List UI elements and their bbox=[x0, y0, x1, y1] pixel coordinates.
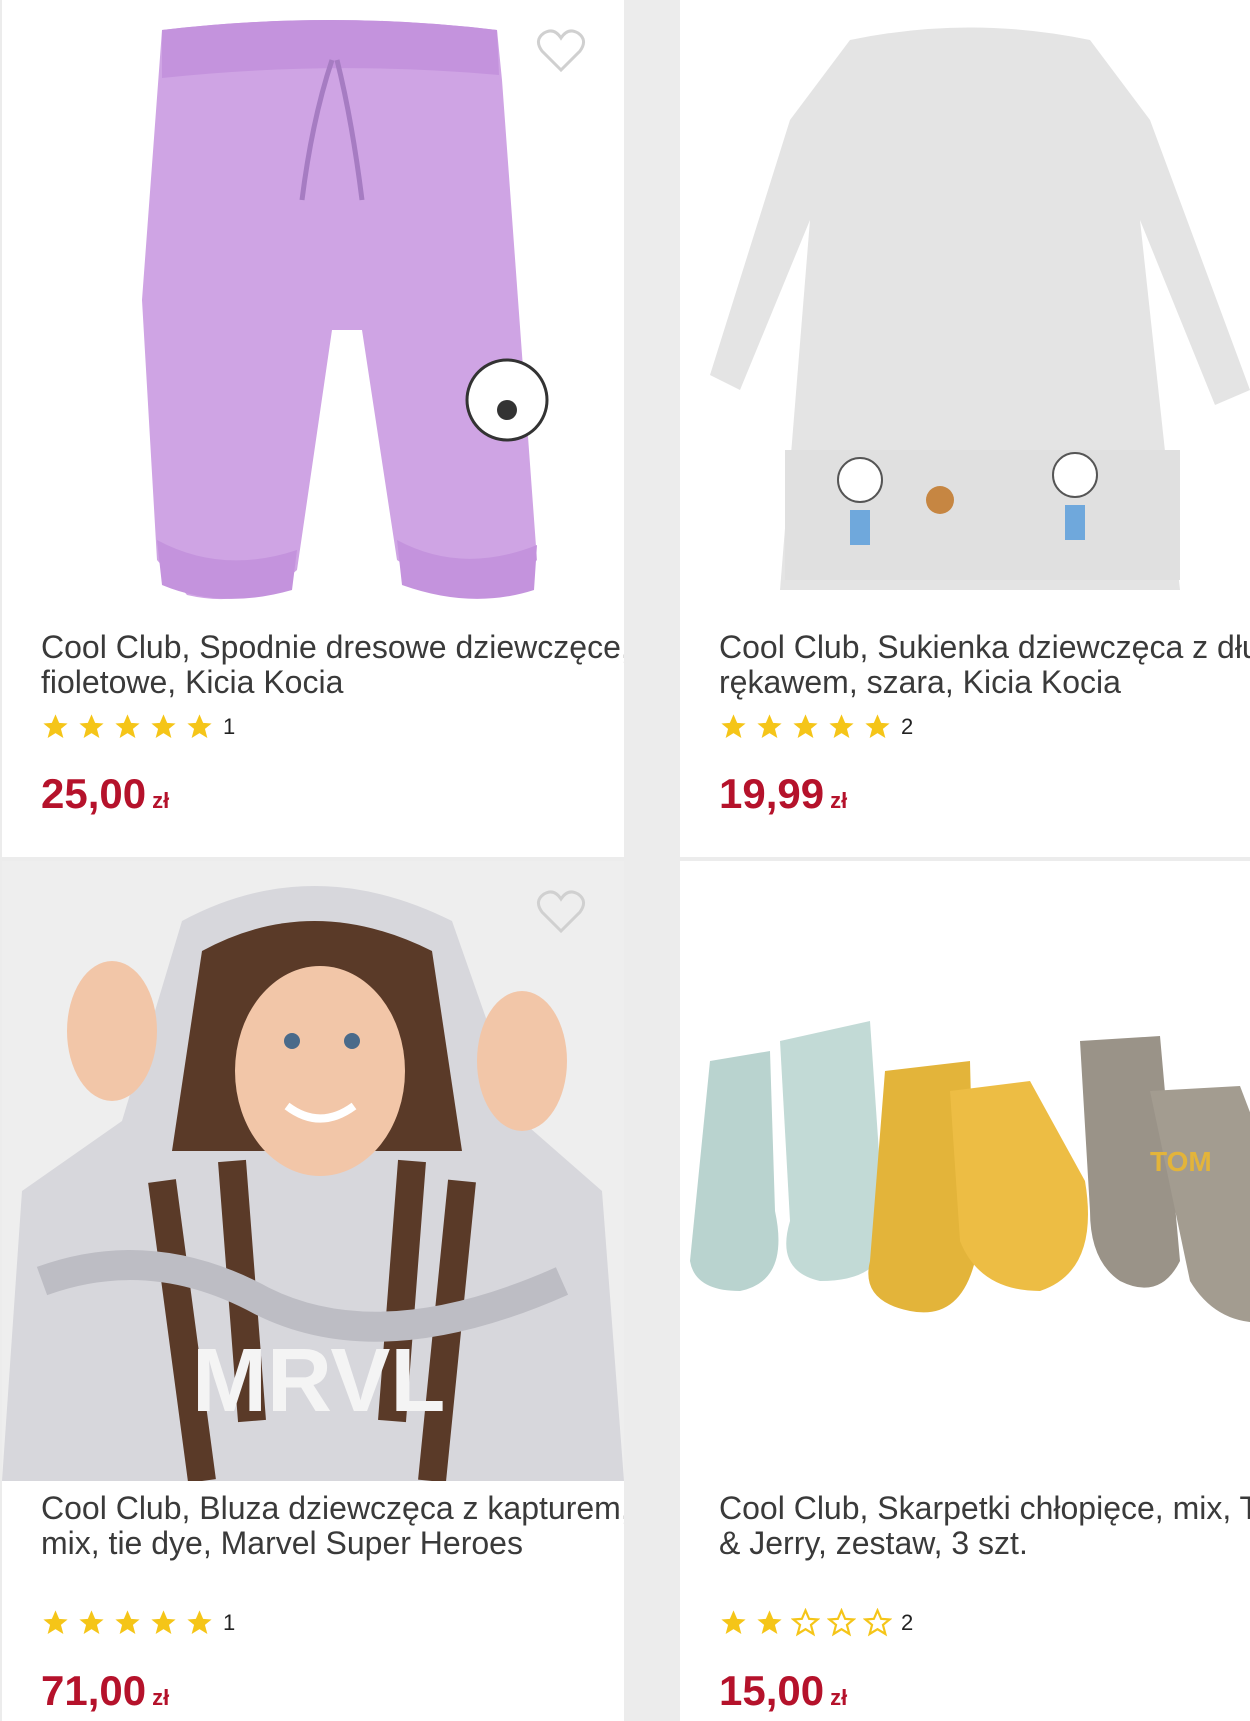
star-filled-icon bbox=[187, 1610, 212, 1634]
star-filled-icon bbox=[79, 1610, 104, 1634]
svg-text:TOM: TOM bbox=[1150, 1146, 1212, 1177]
rating-count: 2 bbox=[901, 1609, 914, 1635]
product-image-socks-set[interactable]: TOM bbox=[680, 861, 1250, 1481]
star-filled-icon bbox=[187, 714, 212, 738]
star-filled-icon bbox=[115, 714, 140, 738]
product-title[interactable]: Cool Club, Sukienka dziewczęca z długim … bbox=[719, 630, 1250, 700]
product-card[interactable]: Cool Club, Spodnie dresowe dziewczęce, f… bbox=[2, 0, 624, 857]
star-filled-icon bbox=[151, 714, 176, 738]
product-card[interactable]: TOM Cool Club, Skarpetki chłopięce, mix,… bbox=[680, 861, 1250, 1721]
product-rating: 1 bbox=[41, 1608, 235, 1637]
star-filled-icon bbox=[79, 714, 104, 738]
currency-label: zł bbox=[830, 1685, 848, 1710]
product-card[interactable]: MRVL Cool Club, Bluza dziewczęca z kaptu… bbox=[2, 861, 624, 1721]
product-price: 25,00 zł bbox=[41, 770, 170, 817]
star-outline-icon bbox=[827, 1608, 856, 1637]
product-image-purple-pants[interactable] bbox=[2, 0, 624, 620]
rating-count: 1 bbox=[223, 1609, 236, 1635]
star-filled-icon bbox=[43, 1610, 68, 1634]
star-filled-icon bbox=[865, 714, 890, 738]
favorite-heart-icon[interactable] bbox=[536, 28, 586, 74]
product-price: 71,00 zł bbox=[41, 1667, 170, 1714]
star-filled-icon bbox=[115, 1610, 140, 1634]
product-price: 19,99 zł bbox=[719, 770, 848, 817]
product-rating: 1 bbox=[41, 712, 235, 741]
product-title[interactable]: Cool Club, Bluza dziewczęca z kapturem, … bbox=[41, 1491, 624, 1561]
currency-label: zł bbox=[152, 788, 170, 813]
product-price: 15,00 zł bbox=[719, 1667, 848, 1714]
star-filled-icon bbox=[721, 1610, 746, 1634]
product-grid: Cool Club, Spodnie dresowe dziewczęce, f… bbox=[0, 0, 1250, 1721]
rating-count: 1 bbox=[223, 713, 236, 739]
product-rating: 2 bbox=[719, 712, 913, 741]
star-filled-icon bbox=[757, 1610, 782, 1634]
star-outline-icon bbox=[863, 1608, 892, 1637]
currency-label: zł bbox=[152, 1685, 170, 1710]
product-image-tie-dye-hoodie[interactable]: MRVL bbox=[2, 861, 624, 1481]
star-filled-icon bbox=[793, 714, 818, 738]
star-filled-icon bbox=[757, 714, 782, 738]
rating-count: 2 bbox=[901, 713, 914, 739]
svg-text:MRVL: MRVL bbox=[192, 1331, 445, 1431]
star-outline-icon bbox=[791, 1608, 820, 1637]
star-filled-icon bbox=[43, 714, 68, 738]
product-image-grey-dress[interactable] bbox=[680, 0, 1250, 620]
product-title[interactable]: Cool Club, Skarpetki chłopięce, mix, Tom… bbox=[719, 1491, 1250, 1561]
star-filled-icon bbox=[721, 714, 746, 738]
product-title[interactable]: Cool Club, Spodnie dresowe dziewczęce, f… bbox=[41, 630, 624, 700]
product-rating: 2 bbox=[719, 1608, 913, 1637]
star-filled-icon bbox=[829, 714, 854, 738]
product-card[interactable]: Cool Club, Sukienka dziewczęca z długim … bbox=[680, 0, 1250, 857]
star-filled-icon bbox=[151, 1610, 176, 1634]
currency-label: zł bbox=[830, 788, 848, 813]
favorite-heart-icon[interactable] bbox=[536, 889, 586, 935]
